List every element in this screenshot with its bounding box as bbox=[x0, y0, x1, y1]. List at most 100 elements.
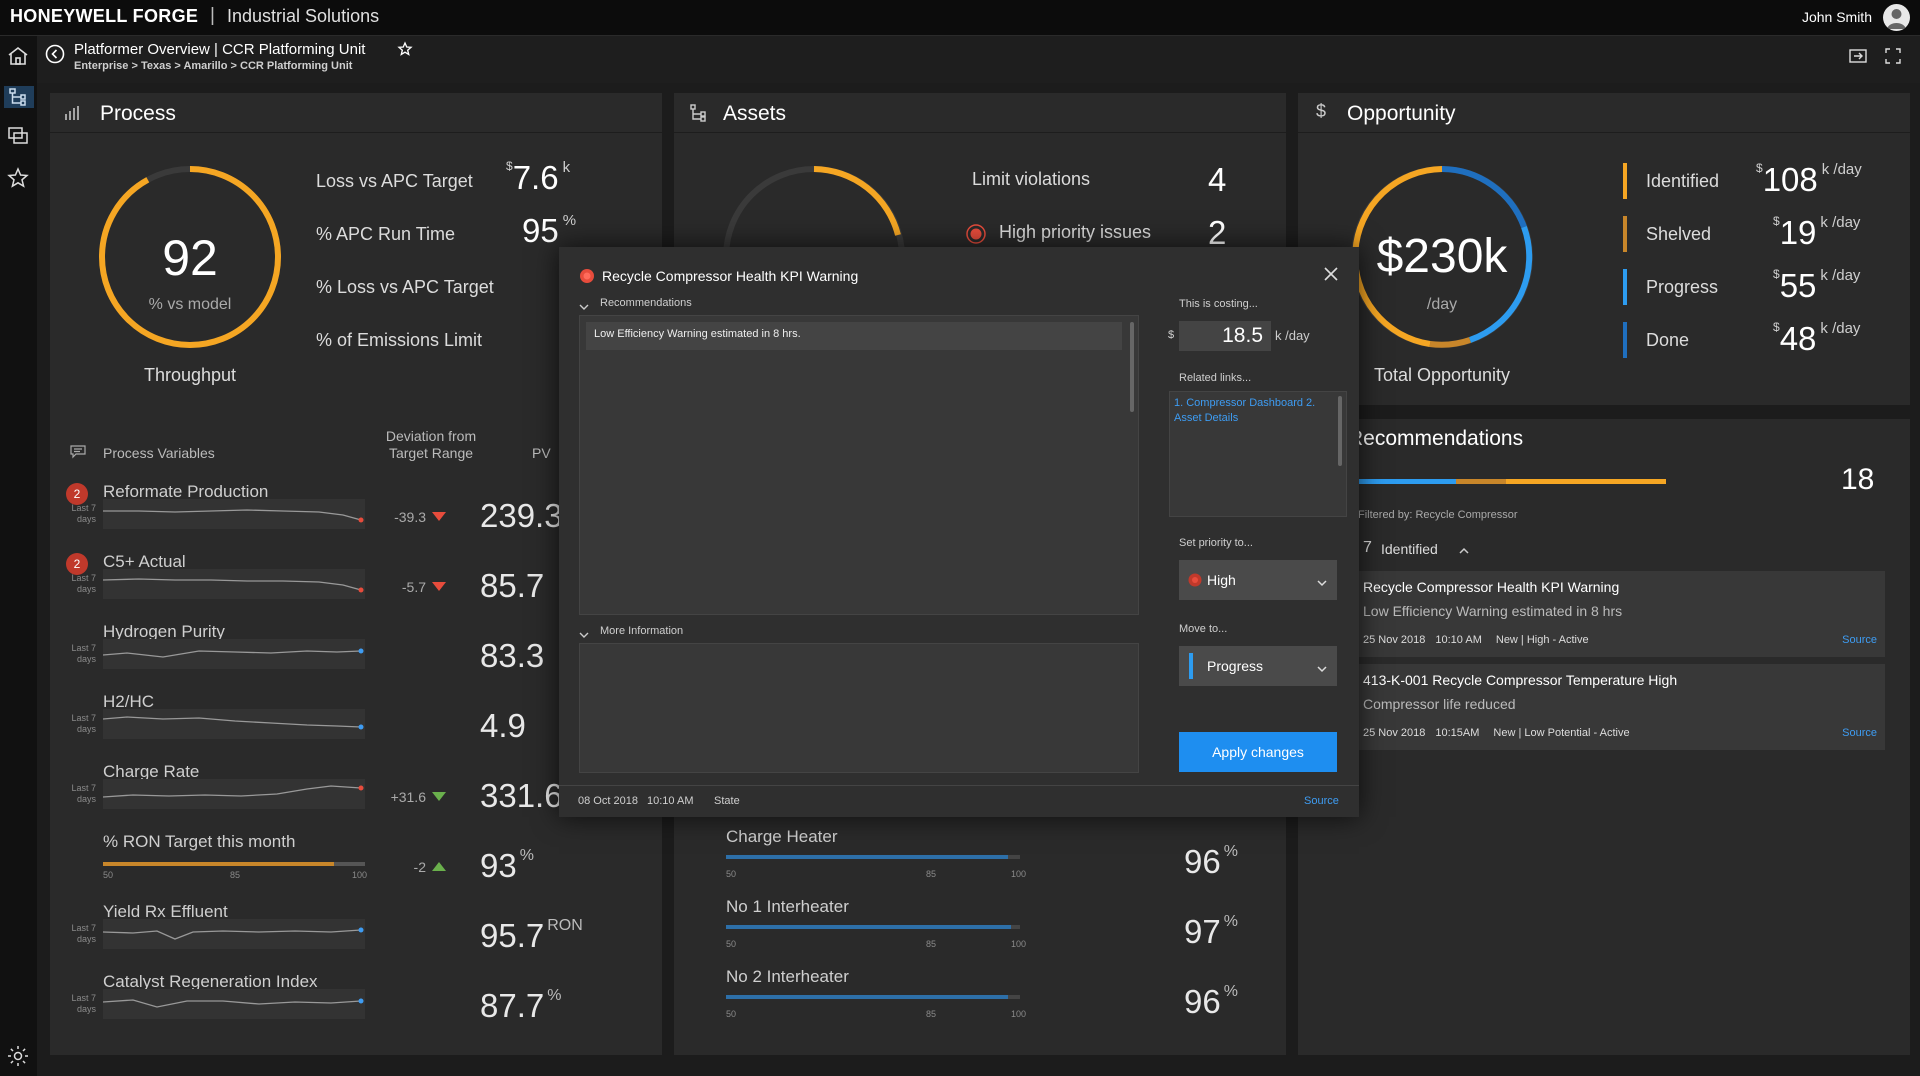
last-7-days-label: Last 7 days bbox=[71, 783, 96, 804]
hierarchy-icon[interactable] bbox=[4, 86, 34, 108]
heater-bar bbox=[726, 855, 1020, 859]
favorite-star-icon[interactable] bbox=[397, 41, 413, 62]
sparkline bbox=[103, 569, 365, 599]
priority-select[interactable]: High bbox=[1179, 560, 1337, 600]
chevron-down-icon[interactable] bbox=[579, 298, 589, 316]
heater-number: 96 bbox=[1184, 983, 1221, 1020]
pv-number: 93 bbox=[480, 847, 517, 884]
card-time: 10:15AM bbox=[1435, 727, 1480, 739]
sparkline-path bbox=[103, 509, 362, 521]
recommendations-count: 18 bbox=[1841, 463, 1875, 496]
sparkline-dot bbox=[358, 587, 364, 593]
sparkline bbox=[103, 919, 365, 949]
opportunity-row-label[interactable]: Identified bbox=[1646, 171, 1719, 192]
footer-state: State bbox=[714, 795, 740, 807]
breadcrumb[interactable]: Enterprise > Texas > Amarillo > CCR Plat… bbox=[74, 60, 352, 72]
card-source-link[interactable]: Source bbox=[1842, 634, 1877, 646]
recommendation-card[interactable]: Recycle Compressor Health KPI Warning Low… bbox=[1355, 571, 1885, 657]
heater-value: 97% bbox=[1184, 913, 1314, 951]
card-status: New | High - Active bbox=[1495, 634, 1589, 646]
avatar[interactable] bbox=[1883, 4, 1910, 31]
heater-bar-fill bbox=[726, 925, 1012, 929]
more-info-box bbox=[579, 643, 1139, 773]
recommendations-title: Recommendations bbox=[1348, 427, 1524, 450]
more-info-header[interactable]: More Information bbox=[600, 625, 683, 637]
assets-header: Assets bbox=[674, 93, 1286, 133]
rec-bar-progress bbox=[1356, 479, 1456, 484]
opportunity-value: $230k bbox=[1376, 230, 1508, 283]
breadcrumb-bar: Platformer Overview | CCR Platforming Un… bbox=[37, 36, 1920, 83]
tick-label: 85 bbox=[230, 870, 241, 880]
opportunity-row-value: $48 k /day bbox=[1773, 320, 1860, 358]
opportunity-row-value: $19 k /day bbox=[1773, 214, 1860, 252]
heater-bar bbox=[726, 925, 1020, 929]
alert-icon bbox=[966, 224, 986, 249]
recommendation-card[interactable]: 413-K-001 Recycle Compressor Temperature… bbox=[1355, 664, 1885, 750]
pv-unit: % bbox=[547, 987, 562, 1004]
sparkline-path bbox=[103, 716, 362, 728]
star-icon[interactable] bbox=[6, 166, 30, 190]
heater-name[interactable]: Charge Heater bbox=[726, 827, 838, 847]
footer-source-link[interactable]: Source bbox=[1304, 795, 1339, 807]
close-icon[interactable] bbox=[1322, 265, 1340, 288]
heater-bar bbox=[726, 995, 1020, 999]
pv-name[interactable]: % RON Target this month bbox=[103, 832, 295, 852]
pv-number: 4.9 bbox=[480, 707, 526, 744]
sparkline bbox=[103, 499, 365, 529]
tick-label: 85 bbox=[926, 869, 937, 879]
last-7-days-label: Last 7 days bbox=[71, 713, 96, 734]
heater-unit: % bbox=[1223, 983, 1238, 1000]
links-box: 1. Compressor Dashboard 2. Asset Details bbox=[1169, 391, 1347, 517]
list-item[interactable]: Low Efficiency Warning estimated in 8 hr… bbox=[586, 322, 1122, 350]
opportunity-unit: k /day bbox=[1820, 320, 1861, 337]
move-select[interactable]: Progress bbox=[1179, 646, 1337, 686]
sparkline-path bbox=[103, 650, 362, 658]
metric-unit: k bbox=[562, 159, 571, 176]
costing-label: This is costing... bbox=[1179, 298, 1258, 310]
apply-changes-button[interactable]: Apply changes bbox=[1179, 732, 1337, 772]
group-label[interactable]: Identified bbox=[1381, 541, 1438, 557]
opportunity-row-label[interactable]: Shelved bbox=[1646, 224, 1711, 245]
pv-number: 331.6 bbox=[480, 777, 563, 814]
card-meta: 25 Nov 2018 10:10 AM New | High - Active bbox=[1363, 634, 1589, 646]
triangle-up-icon bbox=[432, 862, 446, 871]
rec-section-header[interactable]: Recommendations bbox=[600, 297, 692, 309]
scrollbar[interactable] bbox=[1338, 396, 1342, 466]
tick-label: 50 bbox=[726, 1009, 737, 1019]
home-icon[interactable] bbox=[6, 44, 30, 68]
opportunity-number: 48 bbox=[1779, 320, 1817, 357]
metric-number: 7.6 bbox=[512, 159, 559, 196]
metric-value: $7.6 k bbox=[506, 159, 570, 197]
opportunity-header: $ Opportunity bbox=[1298, 93, 1910, 133]
opportunity-row-value: $55 k /day bbox=[1773, 267, 1860, 305]
gear-icon[interactable] bbox=[6, 1044, 30, 1068]
opportunity-row-label[interactable]: Done bbox=[1646, 330, 1689, 351]
chevron-down-icon bbox=[1316, 661, 1328, 679]
brand-separator: | bbox=[210, 5, 215, 26]
pv-number: 83.3 bbox=[480, 637, 545, 674]
limit-violations-value: 4 bbox=[1208, 161, 1227, 198]
sparkline-path bbox=[103, 785, 362, 798]
back-icon[interactable] bbox=[45, 44, 65, 69]
export-icon[interactable] bbox=[1849, 48, 1867, 69]
chevron-up-icon[interactable] bbox=[1458, 543, 1470, 561]
user-name[interactable]: John Smith bbox=[1802, 9, 1872, 25]
heater-name[interactable]: No 1 Interheater bbox=[726, 897, 849, 917]
heater-name[interactable]: No 2 Interheater bbox=[726, 967, 849, 987]
scrollbar[interactable] bbox=[1130, 322, 1134, 412]
status-color-bar bbox=[1623, 163, 1627, 199]
throughput-label: Throughput bbox=[143, 365, 237, 385]
tick-label: 50 bbox=[103, 870, 114, 880]
chevron-down-icon[interactable] bbox=[579, 626, 589, 644]
high-priority-label: High priority issues bbox=[999, 222, 1152, 242]
opportunity-row-label[interactable]: Progress bbox=[1646, 277, 1718, 298]
heater-bar-fill bbox=[726, 995, 1009, 999]
alert-badge: 2 bbox=[66, 483, 88, 505]
card-source-link[interactable]: Source bbox=[1842, 727, 1877, 739]
fullscreen-icon[interactable] bbox=[1885, 48, 1901, 69]
tick-label: 100 bbox=[1011, 869, 1027, 879]
related-links[interactable]: 1. Compressor Dashboard 2. Asset Details bbox=[1174, 396, 1332, 426]
windows-icon[interactable] bbox=[6, 124, 30, 148]
card-time: 10:10 AM bbox=[1435, 634, 1482, 646]
progress-color-bar bbox=[1189, 653, 1193, 679]
